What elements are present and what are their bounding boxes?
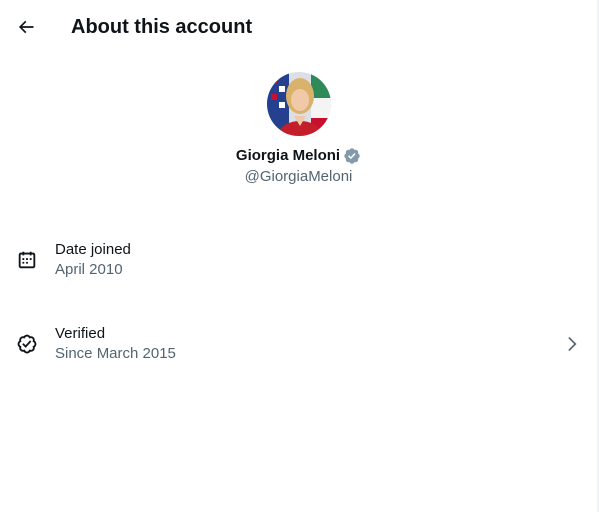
date-joined-row: Date joined April 2010 <box>0 233 597 289</box>
verified-row[interactable]: Verified Since March 2015 <box>0 317 597 373</box>
calendar-icon <box>16 249 38 271</box>
page-header: About this account <box>0 0 597 53</box>
verified-badge-icon <box>343 147 361 165</box>
profile-photo <box>266 72 331 136</box>
avatar[interactable] <box>266 72 331 136</box>
verified-value: Since March 2015 <box>55 345 176 362</box>
page-title: About this account <box>71 16 253 38</box>
arrow-left-icon <box>18 20 34 34</box>
profile-summary: Giorgia Meloni @GiorgiaMeloni <box>0 72 597 187</box>
verified-label: Verified <box>55 325 106 342</box>
display-name-row[interactable]: Giorgia Meloni <box>236 146 361 166</box>
chevron-right-icon <box>562 334 582 354</box>
display-name: Giorgia Meloni <box>235 147 341 164</box>
date-joined-label: Date joined <box>55 241 131 258</box>
date-joined-value: April 2010 <box>55 261 123 278</box>
username-handle: @GiorgiaMeloni <box>244 168 353 185</box>
verified-check-icon <box>16 333 38 355</box>
back-button[interactable] <box>8 9 44 45</box>
